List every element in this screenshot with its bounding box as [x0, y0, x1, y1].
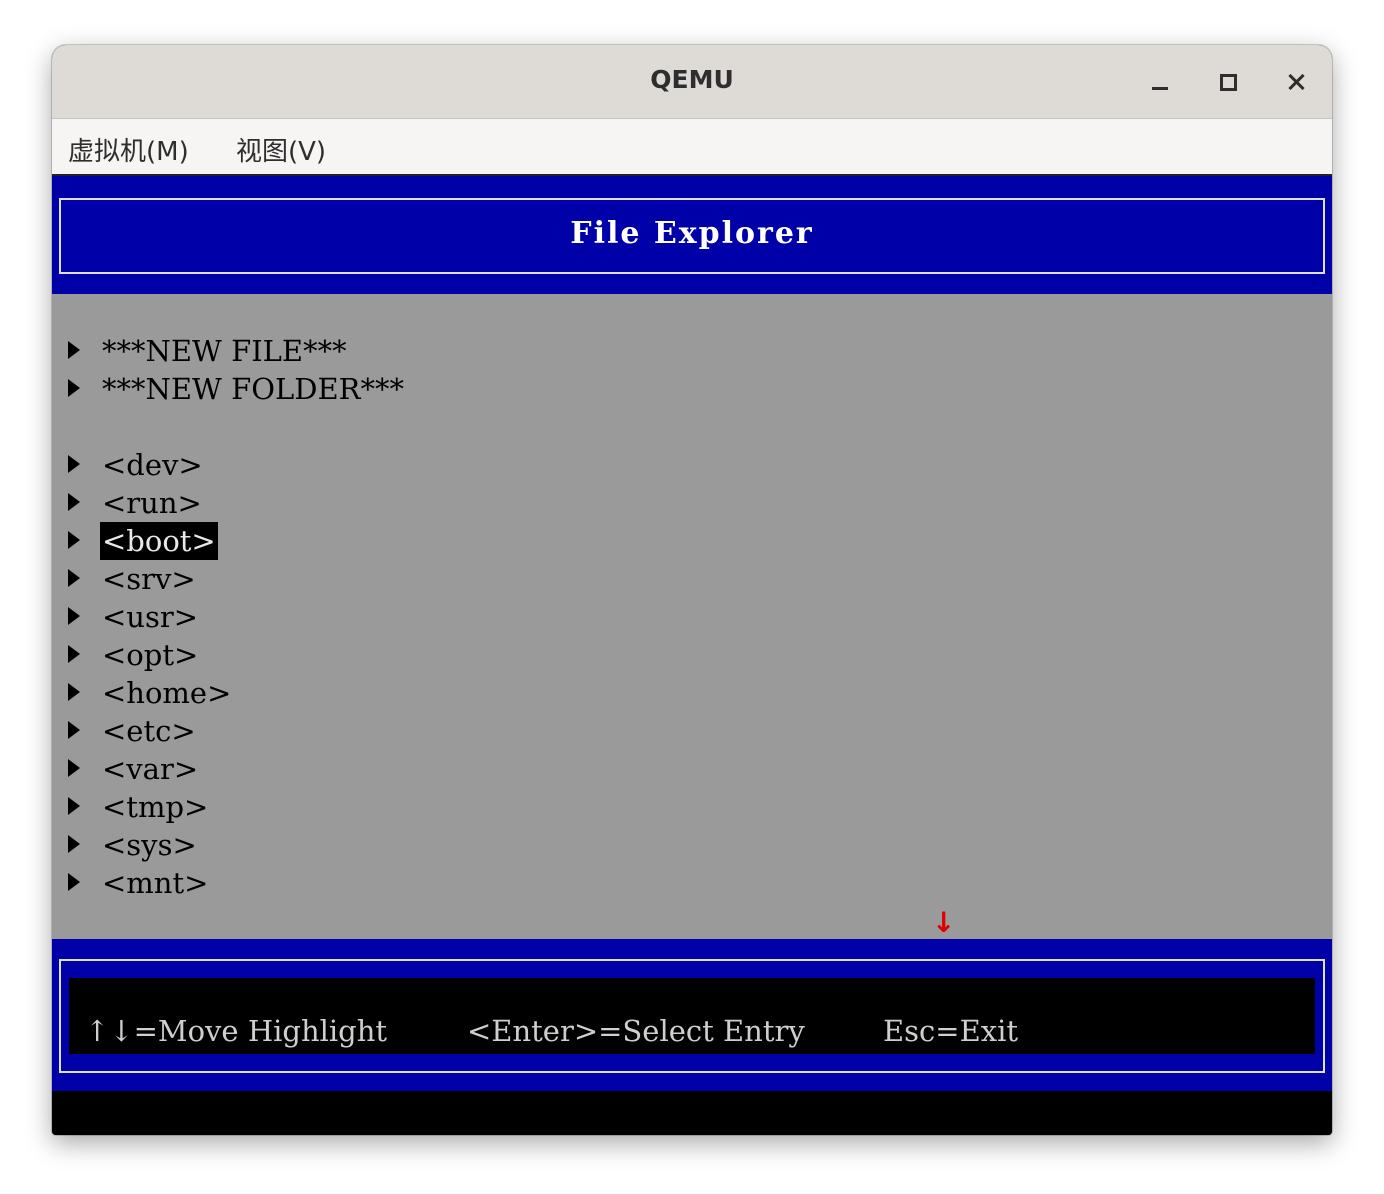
- entry-label: ***NEW FOLDER***: [102, 372, 404, 406]
- triangle-right-icon: [68, 721, 80, 739]
- triangle-right-icon: [68, 379, 80, 397]
- entry-label: <opt>: [102, 638, 199, 672]
- list-item-boot[interactable]: <boot>: [52, 522, 652, 560]
- entry-label: <sys>: [102, 828, 197, 862]
- menu-machine[interactable]: 虚拟机(M): [68, 131, 189, 168]
- help-select-entry: <Enter>=Select Entry: [467, 1014, 805, 1048]
- qemu-window: QEMU 虚拟机(M) 视图(V) File Explorer ***NEW F…: [52, 45, 1332, 1135]
- vm-display[interactable]: File Explorer ***NEW FILE*** ***NEW FOLD…: [52, 176, 1332, 1135]
- scroll-down-arrow-icon: ↓: [932, 906, 956, 939]
- triangle-right-icon: [68, 797, 80, 815]
- title-bar[interactable]: QEMU: [52, 45, 1332, 119]
- minimize-button[interactable]: [1142, 64, 1178, 100]
- triangle-right-icon: [68, 493, 80, 511]
- list-item-tmp[interactable]: <tmp>: [52, 788, 652, 826]
- entry-label: <mnt>: [102, 866, 209, 900]
- maximize-button[interactable]: [1210, 64, 1246, 100]
- window-title: QEMU: [650, 65, 734, 94]
- entry-label: <var>: [102, 752, 199, 786]
- list-item-sys[interactable]: <sys>: [52, 826, 652, 864]
- page-title: File Explorer: [570, 216, 814, 251]
- entry-label: <run>: [102, 486, 202, 520]
- list-item-new-file[interactable]: ***NEW FILE***: [52, 332, 652, 370]
- entry-label: <boot>: [100, 522, 218, 560]
- triangle-right-icon: [68, 531, 80, 549]
- menu-bar: 虚拟机(M) 视图(V): [52, 119, 1332, 176]
- help-move-highlight: ↑↓=Move Highlight: [85, 1014, 388, 1048]
- list-item-var[interactable]: <var>: [52, 750, 652, 788]
- list-item-usr[interactable]: <usr>: [52, 598, 652, 636]
- list-item-srv[interactable]: <srv>: [52, 560, 652, 598]
- triangle-right-icon: [68, 873, 80, 891]
- list-item-etc[interactable]: <etc>: [52, 712, 652, 750]
- help-bar: ↑↓=Move Highlight <Enter>=Select Entry E…: [69, 978, 1315, 1054]
- triangle-right-icon: [68, 341, 80, 359]
- menu-view[interactable]: 视图(V): [236, 131, 326, 168]
- list-item-mnt[interactable]: <mnt>: [52, 864, 652, 902]
- help-exit: Esc=Exit: [883, 1014, 1019, 1048]
- entry-label: <etc>: [102, 714, 196, 748]
- list-item-opt[interactable]: <opt>: [52, 636, 652, 674]
- entry-label: <dev>: [102, 448, 203, 482]
- entry-label: <usr>: [102, 600, 199, 634]
- list-item-new-folder[interactable]: ***NEW FOLDER***: [52, 370, 652, 408]
- triangle-right-icon: [68, 683, 80, 701]
- triangle-right-icon: [68, 835, 80, 853]
- triangle-right-icon: [68, 569, 80, 587]
- close-icon: [1286, 72, 1306, 92]
- footer-band: ↑↓=Move Highlight <Enter>=Select Entry E…: [52, 939, 1332, 1091]
- bottom-strip: [52, 1091, 1332, 1135]
- close-button[interactable]: [1278, 64, 1314, 100]
- list-item-dev[interactable]: <dev>: [52, 446, 652, 484]
- entry-label: <home>: [102, 676, 232, 710]
- header-band: File Explorer: [52, 176, 1332, 294]
- entry-label: <tmp>: [102, 790, 209, 824]
- triangle-right-icon: [68, 455, 80, 473]
- list-item-run[interactable]: <run>: [52, 484, 652, 522]
- minimize-icon: [1152, 86, 1168, 90]
- file-list-area: ***NEW FILE*** ***NEW FOLDER*** <dev> <r…: [52, 294, 1332, 939]
- entry-label: ***NEW FILE***: [102, 334, 347, 368]
- triangle-right-icon: [68, 607, 80, 625]
- maximize-icon: [1219, 73, 1237, 91]
- triangle-right-icon: [68, 759, 80, 777]
- list-item-home[interactable]: <home>: [52, 674, 652, 712]
- triangle-right-icon: [68, 645, 80, 663]
- entry-label: <srv>: [102, 562, 196, 596]
